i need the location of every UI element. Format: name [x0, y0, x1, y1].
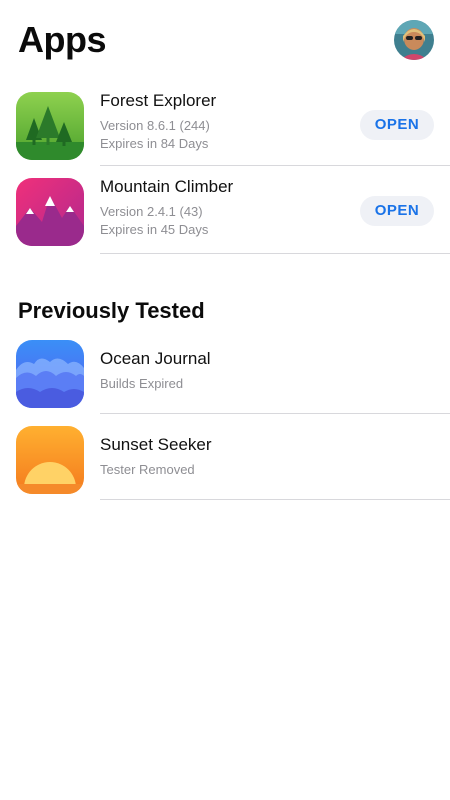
app-name: Sunset Seeker	[100, 435, 212, 454]
header: Apps	[18, 18, 434, 68]
app-expiry: Expires in 45 Days	[100, 222, 209, 237]
avatar-icon	[394, 20, 434, 60]
app-name: Forest Explorer	[100, 91, 217, 110]
profile-avatar[interactable]	[394, 20, 434, 60]
app-info: Sunset Seeker Tester Removed	[100, 434, 330, 479]
forest-icon	[16, 92, 84, 160]
app-version: Version 2.4.1 (43)	[100, 204, 203, 219]
app-info: Mountain Climber Version 2.4.1 (43) Expi…	[100, 176, 330, 239]
app-status: Builds Expired	[100, 376, 184, 391]
list-item[interactable]: Ocean Journal Builds Expired	[16, 334, 450, 416]
page-title: Apps	[18, 19, 107, 60]
open-button[interactable]: OPEN	[360, 110, 434, 140]
divider	[100, 253, 450, 254]
list-item[interactable]: Mountain Climber Version 2.4.1 (43) Expi…	[16, 172, 450, 254]
app-version: Version 8.6.1 (244)	[100, 118, 210, 133]
mountain-icon	[16, 178, 84, 246]
sunset-icon	[16, 426, 84, 494]
list-item[interactable]: Forest Explorer Version 8.6.1 (244) Expi…	[16, 86, 450, 168]
app-info: Forest Explorer Version 8.6.1 (244) Expi…	[100, 90, 330, 153]
divider	[100, 413, 450, 414]
app-info: Ocean Journal Builds Expired	[100, 348, 330, 393]
app-expiry: Expires in 84 Days	[100, 136, 209, 151]
divider	[100, 165, 450, 166]
ocean-icon	[16, 340, 84, 408]
list-item[interactable]: Sunset Seeker Tester Removed	[16, 420, 450, 502]
open-button[interactable]: OPEN	[360, 196, 434, 226]
divider	[100, 499, 450, 500]
app-name: Mountain Climber	[100, 177, 234, 196]
app-name: Ocean Journal	[100, 349, 211, 368]
section-title: Previously Tested	[18, 298, 205, 323]
app-status: Tester Removed	[100, 462, 195, 477]
